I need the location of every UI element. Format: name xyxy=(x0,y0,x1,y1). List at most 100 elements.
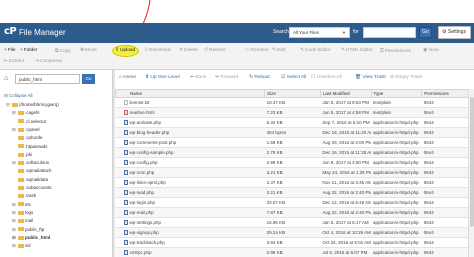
table-row[interactable]: wp-signup.php 29.24 KB Oct 4, 2016 at 10:2… xyxy=(115,227,474,238)
tree-item[interactable]: ⊞ .cagefs xyxy=(12,110,40,116)
tree-item[interactable]: ⊞ mail xyxy=(12,218,33,224)
extract-button[interactable]: ⇤Extract xyxy=(4,59,24,64)
tree-item[interactable]: ⊞ public_html xyxy=(12,235,50,241)
expand-icon[interactable]: ⊞ xyxy=(12,110,17,116)
path-go-button[interactable]: Go xyxy=(82,74,95,84)
table-row[interactable]: wp-cron.php 3.21 KB May 24, 2016 at 1:25 P… xyxy=(115,167,474,178)
tree-item[interactable]: .pki xyxy=(12,152,32,157)
search-go-button[interactable]: Go xyxy=(419,27,432,38)
tree-item[interactable]: ⊞ etc xyxy=(12,202,31,208)
search-input[interactable] xyxy=(363,27,416,38)
table-row[interactable]: wp-trackback.php 3.94 KB Oct 24, 2016 at 5… xyxy=(115,237,474,248)
expand-icon[interactable]: ⊞ xyxy=(12,202,17,208)
file-name[interactable]: wp-config.php xyxy=(130,160,158,165)
folder-button[interactable]: +Folder xyxy=(20,48,37,53)
back-button[interactable]: ⬅ Back xyxy=(190,73,206,83)
file-button[interactable]: +File xyxy=(4,48,16,53)
file-name[interactable]: wp-login.php xyxy=(130,200,156,205)
tree-item[interactable]: ⊟ (/home/bhmcygwrq) xyxy=(6,102,59,108)
expand-icon[interactable]: ⊞ xyxy=(12,127,17,133)
collapse-all-link[interactable]: ⊟ Collapse All xyxy=(4,93,33,99)
column-name[interactable]: Name xyxy=(114,89,266,98)
select-all-button[interactable]: ☑ Select All xyxy=(281,73,306,83)
empty-trash-button[interactable]: ⊘ Empty Trash xyxy=(390,73,422,83)
tree-item[interactable]: .cl.selector xyxy=(12,119,47,124)
table-row[interactable]: wp-links-opml.php 2.37 KB Nov 21, 2016 at … xyxy=(115,177,474,188)
table-row[interactable]: wp-load.php 3.21 KB Aug 22, 2016 at 2:40 P… xyxy=(115,187,474,198)
file-name[interactable]: wp-trackback.php xyxy=(130,240,165,245)
table-row[interactable]: wp-config-sample.php 2.79 KB Dec 16, 2015 … xyxy=(115,147,474,158)
file-name[interactable]: xmlrpc.php xyxy=(130,250,152,255)
tree-item[interactable]: .sqmaildata xyxy=(12,177,48,182)
restore-button[interactable]: ↺Restore xyxy=(204,48,226,53)
tree-item[interactable]: ⊞ ssl xyxy=(12,243,31,249)
file-name[interactable]: wp-load.php xyxy=(130,190,155,195)
copy-button[interactable]: ⧉Copy xyxy=(55,48,71,54)
table-row[interactable]: xmlrpc.php 2.99 KB Jul 6, 2016 at 5:07 PM a… xyxy=(115,247,474,257)
html-editor-button[interactable]: ✎HTML Editor xyxy=(341,48,373,53)
file-name[interactable]: wp-cron.php xyxy=(130,170,155,175)
expand-icon[interactable]: ⊞ xyxy=(12,218,17,224)
move-button[interactable]: ✥Move xyxy=(80,48,97,53)
file-name[interactable]: wp-activate.php xyxy=(130,120,162,125)
expand-icon[interactable]: ⊞ xyxy=(12,235,17,241)
table-row[interactable]: wp-config.php 2.98 KB Jun 8, 2017 at 4:50 … xyxy=(115,157,474,168)
compress-button[interactable]: ⇥Compress xyxy=(35,59,62,64)
delete-button[interactable]: ✕Delete xyxy=(179,48,198,53)
tree-item[interactable]: .sqmailattach xyxy=(12,168,52,173)
path-input[interactable]: public_html xyxy=(15,74,80,84)
view-button[interactable]: ◉View xyxy=(423,48,439,53)
column-size[interactable]: Size xyxy=(264,89,321,98)
forward-button[interactable]: ➡ Forward xyxy=(215,73,238,83)
table-row[interactable]: wp-blog-header.php 364 bytes Dec 19, 2015 … xyxy=(115,127,474,138)
table-row[interactable]: wp-login.php 33.07 KB Dec 12, 2016 at 6:49… xyxy=(115,197,474,208)
rename-button[interactable]: ▭Rename xyxy=(245,48,269,53)
file-name[interactable]: wp-config-sample.php xyxy=(130,150,174,155)
table-row[interactable]: readme.html 7.23 KB Jun 5, 2017 at 4:58 PM… xyxy=(115,107,474,118)
file-name[interactable]: wp-signup.php xyxy=(130,230,159,235)
up-one-level-button[interactable]: ⬆ Up One Level xyxy=(145,73,180,83)
home-icon[interactable]: ⌂ xyxy=(4,75,8,82)
table-row[interactable]: wp-settings.php 15.96 KB Jan 6, 2017 at 6:… xyxy=(115,217,474,228)
expand-icon[interactable]: ⊞ xyxy=(12,210,17,216)
reload-button[interactable]: ↻ Reload xyxy=(249,73,270,83)
expand-icon[interactable]: ⊞ xyxy=(12,227,17,233)
tree-item[interactable]: ⊞ .cpanel xyxy=(12,127,40,133)
unselect-all-button[interactable]: ☐ Unselect All xyxy=(311,73,342,83)
column-type[interactable]: Type xyxy=(370,89,423,98)
home-button[interactable]: ⌂ Home xyxy=(119,73,136,83)
file-name[interactable]: license.txt xyxy=(130,100,150,105)
tree-item[interactable]: ⊞ public_ftp xyxy=(12,227,44,233)
tree-item[interactable]: .trash xyxy=(12,193,36,198)
search-scope-select[interactable]: All Your Files ▼ xyxy=(289,27,350,38)
file-name[interactable]: wp-blog-header.php xyxy=(130,130,170,135)
table-row[interactable]: wp-comments-post.php 1.59 KB Aug 29, 2016 … xyxy=(115,137,474,148)
column-last-modified[interactable]: Last Modified xyxy=(319,89,372,98)
expand-icon[interactable]: ⊞ xyxy=(12,160,17,166)
tree-item[interactable]: .subaccounts xyxy=(12,185,52,190)
table-row[interactable]: wp-mail.php 7.87 KB Aug 22, 2016 at 2:40 P… xyxy=(115,207,474,218)
table-row[interactable]: wp-activate.php 5.32 KB Sep 7, 2016 at 6:1… xyxy=(115,117,474,128)
column-permissions[interactable]: Permissions xyxy=(421,89,474,98)
expand-icon[interactable]: ⊞ xyxy=(12,243,17,249)
permissions-button[interactable]: ⚿Permissions xyxy=(380,48,411,54)
file-name[interactable]: wp-settings.php xyxy=(130,220,162,225)
edit-button[interactable]: ✎Edit xyxy=(272,48,285,53)
collapse-icon[interactable]: ⊟ xyxy=(6,102,11,108)
upload-button[interactable]: ⇧Upload xyxy=(115,48,135,53)
table-row[interactable]: license.txt 19.47 KB Jan 5, 2017 at 8:53 P… xyxy=(115,97,474,108)
code-editor-button[interactable]: ✎Code Editor xyxy=(300,48,330,53)
tree-item[interactable]: ⊞ .softaculous xyxy=(12,160,49,166)
settings-button[interactable]: ⚙ Settings xyxy=(438,26,471,39)
file-name[interactable]: wp-comments-post.php xyxy=(130,140,177,145)
vertical-scrollbar[interactable] xyxy=(468,89,474,257)
file-name[interactable]: wp-mail.php xyxy=(130,210,154,215)
scrollbar-thumb[interactable] xyxy=(470,97,474,227)
view-trash-button[interactable]: 🗑 View Trash xyxy=(355,73,386,83)
tree-item[interactable]: ⊞ logs xyxy=(12,210,33,216)
file-name[interactable]: wp-links-opml.php xyxy=(130,180,166,185)
tree-item[interactable]: .htpasswds xyxy=(12,144,48,149)
file-name[interactable]: readme.html xyxy=(130,110,155,115)
download-button[interactable]: ⇩Download xyxy=(144,48,170,53)
tree-item[interactable]: .cphorde xyxy=(12,135,43,140)
